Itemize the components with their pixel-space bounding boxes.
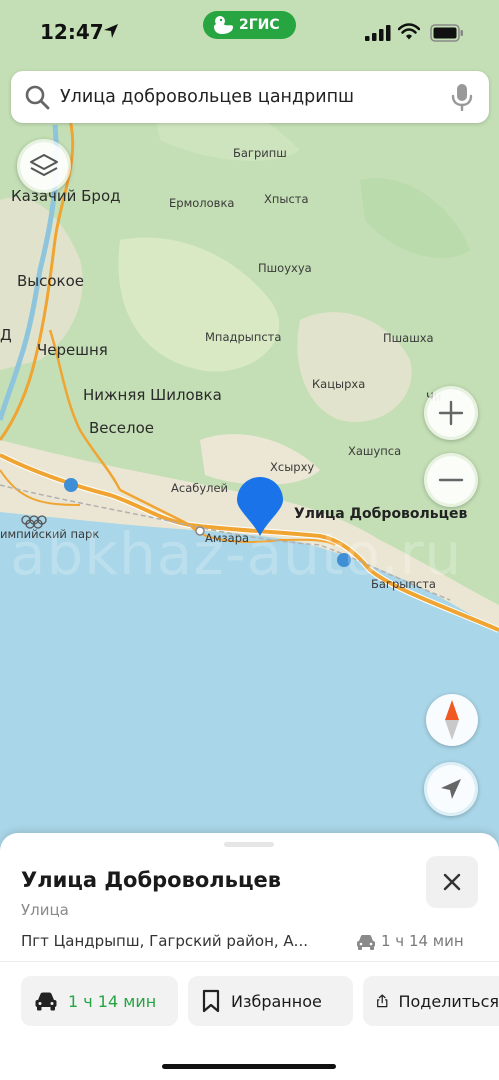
layers-icon [30,154,58,176]
favorites-button-label: Избранное [231,991,322,1011]
map-label-pshashkha: Пшашха [383,331,434,345]
sheet-grabber[interactable] [224,842,274,847]
bookmark-icon [202,989,220,1013]
duck-logo-icon [214,16,233,34]
map-label-mpadrypsta: Мпадрыпста [205,330,282,344]
status-bar: 12:47 2ГИС [0,0,499,60]
plus-icon [438,400,464,426]
share-button[interactable]: Поделиться [363,976,499,1026]
map-label-veseloe: Веселое [89,419,154,437]
map-label-vysokoe: Высокое [17,272,85,290]
route-button-label: 1 ч 14 мин [68,991,157,1011]
map-label-edge-d: Д [0,326,12,344]
map-label-chereshnya: Черешня [37,341,108,359]
place-title: Улица Добровольцев [21,868,282,892]
brand-badge[interactable]: 2ГИС [203,11,296,39]
eta-text: 1 ч 14 мин [381,932,464,950]
map-label-pshoukhua: Пшоухуа [258,261,312,275]
route-button[interactable]: 1 ч 14 мин [21,976,178,1026]
microphone-icon[interactable] [451,83,473,111]
search-input[interactable]: Улица добровольцев цандрипш [60,87,451,107]
map-label-kazachiy-brod: Казачий Брод [11,187,121,205]
sheet-divider [0,961,499,962]
map-label-nizhnyaya-shilovka: Нижняя Шиловка [83,386,222,404]
transit-stop-icon [64,478,78,492]
battery-icon [430,24,463,42]
my-location-button[interactable] [424,762,478,816]
wifi-icon [398,23,420,40]
car-icon [357,935,375,950]
place-card[interactable]: Улица Добровольцев Улица Пгт Цандрыпш, Г… [0,833,499,1080]
map-label-ermolovka: Ермоловка [169,196,235,210]
status-time: 12:47 [40,20,104,44]
share-button-label: Поделиться [398,991,499,1011]
map-label-khsyrkhu: Хсырху [270,460,315,474]
zoom-out-button[interactable] [424,453,478,507]
brand-name: 2ГИС [239,17,280,33]
watermark: abkhaz-auto.ru [10,520,463,588]
location-arrow-icon [104,24,118,38]
zoom-in-button[interactable] [424,386,478,440]
map-label-katsyrkha: Кацырха [312,377,366,391]
minus-icon [438,478,464,482]
close-button[interactable] [426,856,478,908]
layers-button[interactable] [17,139,71,193]
map-label-khashupsa: Хашупса [348,444,402,458]
place-type: Улица [21,901,69,919]
map-label-bagripsh: Багрипш [233,146,287,160]
cellular-signal-icon [365,25,391,41]
search-icon [25,85,50,110]
place-address: Пгт Цандрыпш, Гагрский район, А... [21,932,308,950]
navigation-arrow-icon [441,779,461,799]
map-label-khpysta: Хпыста [264,192,309,206]
share-icon [377,994,388,1008]
map-label-asabulei: Асабулей [171,481,229,495]
car-icon [35,992,57,1011]
close-icon [443,873,461,891]
home-indicator [162,1064,336,1069]
compass-button[interactable] [426,694,478,746]
favorites-button[interactable]: Избранное [188,976,353,1026]
compass-icon [445,700,459,740]
search-bar[interactable]: Улица добровольцев цандрипш [11,71,489,123]
